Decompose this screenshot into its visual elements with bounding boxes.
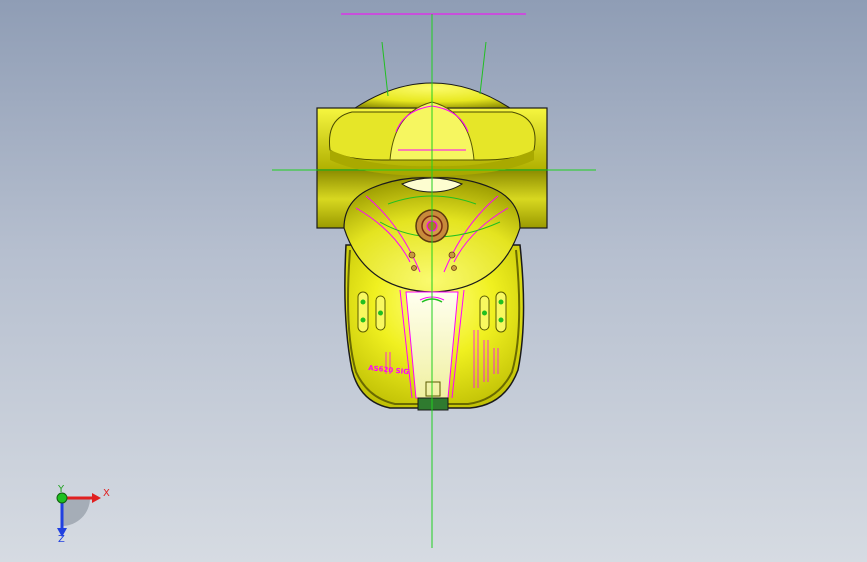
triad-y-label: Y bbox=[57, 484, 65, 495]
triad-x-label: X bbox=[103, 488, 110, 499]
graphics-viewport[interactable]: AS620 SIG X Y Z bbox=[0, 0, 867, 562]
cad-scene[interactable]: AS620 SIG X Y Z bbox=[0, 0, 867, 562]
coordinate-triad: X Y Z bbox=[56, 484, 110, 545]
triad-z-label: Z bbox=[58, 534, 65, 545]
triad-quarter-disc bbox=[62, 498, 90, 526]
bottom-tab[interactable] bbox=[417, 397, 449, 411]
